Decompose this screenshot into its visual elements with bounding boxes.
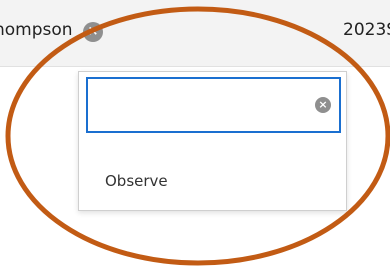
clear-icon[interactable]: ×	[315, 97, 331, 113]
search-box: ×	[86, 77, 341, 133]
dropdown-panel: × Observe	[78, 71, 347, 211]
remove-assignee-icon[interactable]: ×	[83, 22, 103, 42]
assignee-name: hompson	[0, 20, 73, 40]
search-input[interactable]	[96, 87, 310, 125]
header-bar: hompson × 2023S	[0, 0, 390, 67]
dropdown-option-observe[interactable]: Observe	[79, 158, 346, 208]
page: hompson × 2023S × Observe	[0, 0, 390, 269]
record-id: 2023S	[343, 20, 390, 40]
